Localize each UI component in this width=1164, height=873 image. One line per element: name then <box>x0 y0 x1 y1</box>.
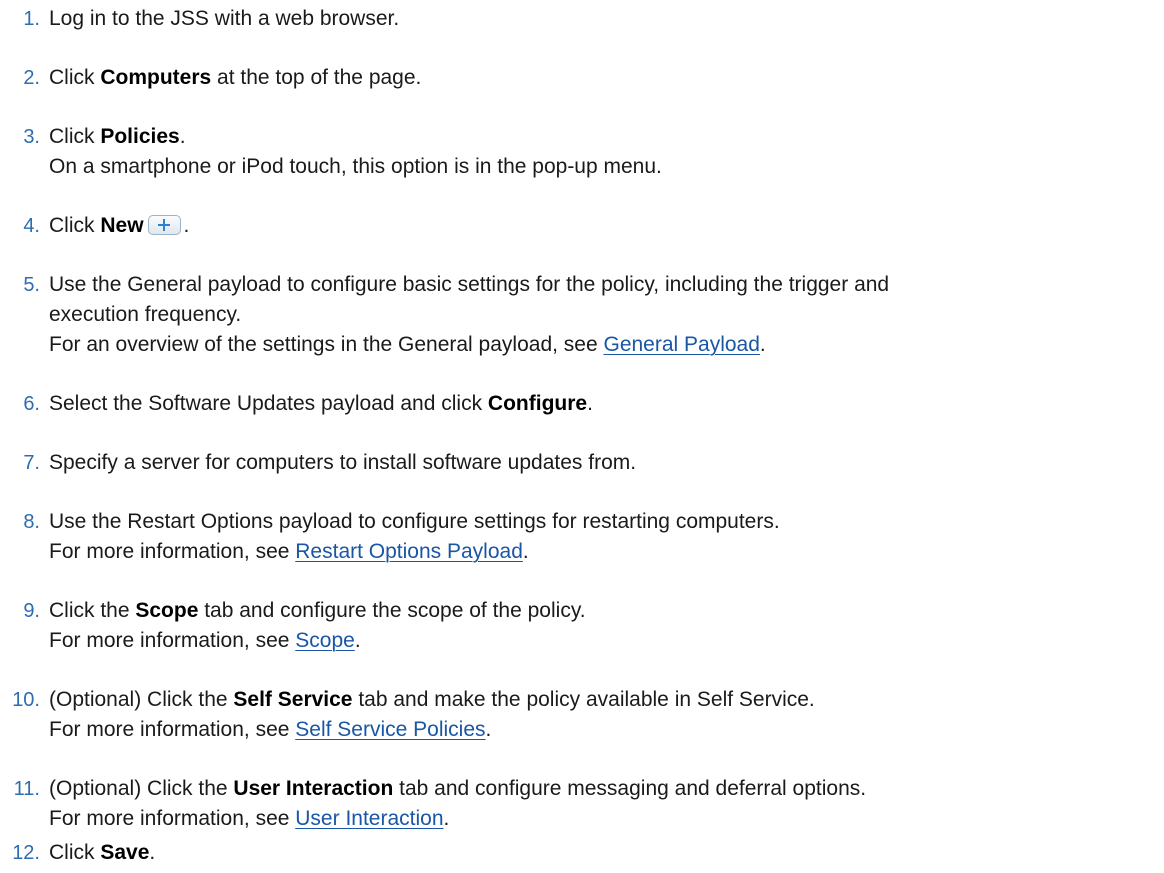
step-text-pre: Click <box>49 125 101 148</box>
ui-term-self-service: Self Service <box>233 688 353 711</box>
step-note-pre: For more information, see <box>49 718 296 741</box>
step-text-post: . <box>587 392 593 415</box>
step-number: 1. <box>23 8 40 30</box>
step-text: Click the Scope tab and configure the sc… <box>49 596 1156 626</box>
step-note-pre: For more information, see <box>49 807 296 830</box>
step-text-pre: Click <box>49 841 101 864</box>
step-text-post: . <box>183 214 190 237</box>
step-note-pre: For more information, see <box>49 540 296 563</box>
step-note-pre: For more information, see <box>49 629 296 652</box>
link-user-interaction[interactable]: User Interaction <box>295 807 443 830</box>
step-note: For an overview of the settings in the G… <box>49 330 1156 360</box>
step-note: For more information, see Self Service P… <box>49 715 1156 745</box>
link-restart-options-payload[interactable]: Restart Options Payload <box>295 540 523 563</box>
step-note: For more information, see Restart Option… <box>49 537 1156 567</box>
step-note-post: . <box>354 629 361 652</box>
step-note-post: . <box>522 540 529 563</box>
ui-term-scope: Scope <box>135 599 199 622</box>
step-number: 6. <box>23 393 40 415</box>
link-general-payload[interactable]: General Payload <box>603 333 759 356</box>
step-number: 9. <box>23 600 40 622</box>
step-text: Use the Restart Options payload to confi… <box>49 510 780 533</box>
step-text-pre: Click <box>49 66 101 89</box>
step-note: For more information, see Scope. <box>49 626 1156 656</box>
step-number: 7. <box>23 452 40 474</box>
step-text-pre: (Optional) Click the <box>49 688 234 711</box>
step-number: 10. <box>12 689 40 711</box>
step-number: 8. <box>23 511 40 533</box>
step-text: (Optional) Click the User Interaction ta… <box>49 774 1156 804</box>
ui-term-computers: Computers <box>100 66 212 89</box>
plus-icon <box>147 215 181 235</box>
step-text: Log in to the JSS with a web browser. <box>49 7 400 30</box>
step-note: On a smartphone or iPod touch, this opti… <box>49 155 662 178</box>
step-text: Select the Software Updates payload and … <box>49 389 1156 419</box>
step-text-post: tab and configure the scope of the polic… <box>198 599 586 622</box>
step-text: Specify a server for computers to instal… <box>49 451 637 474</box>
link-self-service-policies[interactable]: Self Service Policies <box>295 718 485 741</box>
step-text-post: at the top of the page. <box>211 66 422 89</box>
step-text-line-1: Use the General payload to configure bas… <box>49 273 890 296</box>
step-text-post: tab and configure messaging and deferral… <box>393 777 867 800</box>
link-scope[interactable]: Scope <box>295 629 355 652</box>
step-text-pre: Click the <box>49 599 136 622</box>
ui-term-new: New <box>100 214 144 237</box>
step-note-post: . <box>485 718 492 741</box>
step-text-line-2: execution frequency. <box>49 303 242 326</box>
ui-term-configure: Configure <box>487 392 588 415</box>
ui-term-policies: Policies <box>100 125 180 148</box>
step-note-pre: For an overview of the settings in the G… <box>49 333 604 356</box>
step-text: Click New. <box>49 211 1156 241</box>
step-text: (Optional) Click the Self Service tab an… <box>49 685 1156 715</box>
step-note-post: . <box>759 333 766 356</box>
step-text-post: . <box>179 125 186 148</box>
step-text-pre: Select the Software Updates payload and … <box>49 392 488 415</box>
step-note: For more information, see User Interacti… <box>49 804 1156 834</box>
step-number: 11. <box>13 778 40 800</box>
step-text: Click Policies. <box>49 122 1156 152</box>
step-text-pre: (Optional) Click the <box>49 777 234 800</box>
procedure-steps: 1. Log in to the JSS with a web browser.… <box>0 0 1164 873</box>
step-text-post: tab and make the policy available in Sel… <box>352 688 815 711</box>
ui-term-user-interaction: User Interaction <box>233 777 394 800</box>
step-text-post: . <box>149 841 156 864</box>
ui-term-save: Save <box>100 841 150 864</box>
step-text: Click Computers at the top of the page. <box>49 63 1156 93</box>
step-text: Click Save. <box>49 838 1156 868</box>
step-note-post: . <box>443 807 450 830</box>
step-number: 5. <box>23 274 40 296</box>
step-text-pre: Click <box>49 214 101 237</box>
step-number: 2. <box>23 67 40 89</box>
step-number: 4. <box>23 215 40 237</box>
step-number: 3. <box>23 126 40 148</box>
step-number: 12. <box>12 842 40 864</box>
